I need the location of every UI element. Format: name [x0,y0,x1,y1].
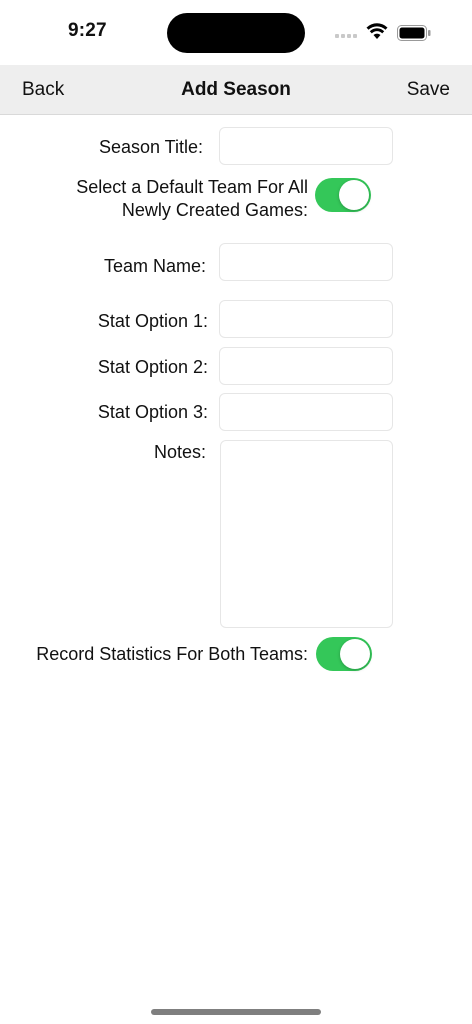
stat-option-2-label: Stat Option 2: [97,357,208,377]
stat-option-3-input[interactable] [219,393,393,431]
navigation-bar: Add Season Back Save [0,65,472,115]
default-team-label-line1: Select a Default Team For All [76,177,308,197]
toggle-knob [339,180,369,210]
page-title: Add Season [181,79,291,100]
save-button[interactable]: Save [407,79,450,101]
season-title-label: Season Title: [98,137,203,157]
default-team-label-line2: Newly Created Games: [121,200,308,220]
dynamic-island [167,13,305,53]
notes-textarea[interactable] [220,440,393,628]
stat-option-3-label: Stat Option 3: [97,402,208,422]
toggle-knob [340,639,370,669]
status-time: 9:27 [68,20,107,41]
stat-option-2-input[interactable] [219,347,393,385]
record-statistics-label: Record Statistics For Both Teams: [36,644,308,664]
wifi-icon [366,22,388,40]
default-team-toggle[interactable] [315,178,371,212]
stat-option-1-label: Stat Option 1: [97,311,208,331]
team-name-label: Team Name: [103,256,206,276]
notes-label: Notes: [153,442,206,462]
stat-option-1-input[interactable] [219,300,393,338]
record-statistics-toggle[interactable] [316,637,372,671]
season-title-input[interactable] [219,127,393,165]
team-name-input[interactable] [219,243,393,281]
battery-icon [397,25,431,41]
default-team-label: Select a Default Team For All Newly Crea… [76,176,308,222]
back-button[interactable]: Back [22,79,64,101]
home-indicator [151,1009,321,1015]
cellular-signal-icon [335,34,359,40]
